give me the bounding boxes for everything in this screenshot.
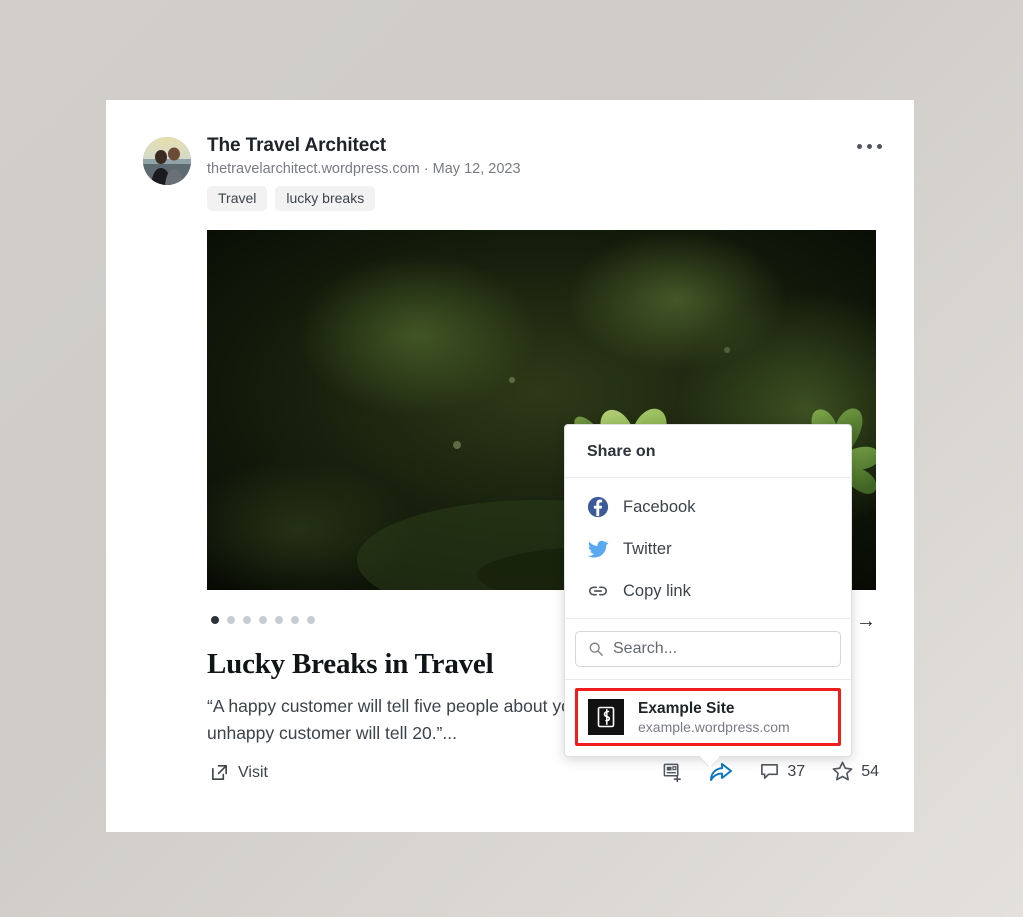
avatar[interactable] (143, 137, 191, 185)
share-copy-link-item[interactable]: Copy link (565, 570, 851, 612)
carousel-dot-3[interactable] (243, 616, 251, 624)
facebook-icon (587, 496, 609, 518)
tag-list: Travel lucky breaks (207, 186, 376, 211)
site-glyph-icon (597, 706, 615, 728)
carousel-dot-1[interactable] (211, 616, 219, 624)
link-icon (588, 586, 608, 596)
tag-lucky-breaks[interactable]: lucky breaks (275, 186, 376, 211)
comment-icon (761, 764, 779, 779)
carousel-dot-2[interactable] (227, 616, 235, 624)
share-facebook-item[interactable]: Facebook (565, 486, 851, 528)
site-meta: thetravelarchitect.wordpress.com · May 1… (207, 161, 521, 177)
share-twitter-label: Twitter (623, 539, 672, 558)
share-popover-title: Share on (565, 425, 851, 478)
add-to-list-button[interactable] (662, 761, 683, 782)
share-site-example-site[interactable]: Example Site example.wordpress.com (575, 688, 841, 746)
meta-separator: · (423, 161, 429, 177)
share-search-wrapper (565, 619, 851, 680)
search-icon (589, 642, 603, 656)
external-link-icon (212, 765, 227, 780)
share-search-box[interactable] (575, 631, 841, 667)
share-popover: Share on Facebook Twitter Copy link Sear… (564, 424, 852, 757)
carousel-dot-5[interactable] (275, 616, 283, 624)
site-row-title: Example Site (638, 699, 735, 717)
popover-tail (699, 756, 719, 766)
like-button[interactable]: 54 (831, 760, 879, 783)
post-actions: 37 54 (662, 760, 879, 783)
carousel-dot-4[interactable] (259, 616, 267, 624)
share-facebook-label: Facebook (623, 497, 696, 516)
site-row-text: Example Site example.wordpress.com (638, 700, 790, 735)
site-logo (588, 699, 624, 735)
more-options-icon[interactable] (851, 138, 888, 155)
site-row-url: example.wordpress.com (638, 718, 790, 735)
add-post-icon (664, 763, 682, 782)
share-site-list: Example Site example.wordpress.com (565, 680, 851, 756)
comment-count: 37 (787, 762, 806, 780)
share-search-input[interactable] (613, 640, 828, 658)
tag-travel[interactable]: Travel (207, 186, 268, 211)
visit-link[interactable]: Visit (210, 763, 268, 782)
carousel-dots (211, 616, 315, 624)
carousel-dot-7[interactable] (307, 616, 315, 624)
post-title[interactable]: Lucky Breaks in Travel (207, 648, 494, 681)
post-date: May 12, 2023 (432, 161, 521, 177)
site-name[interactable]: The Travel Architect (207, 135, 386, 157)
site-url[interactable]: thetravelarchitect.wordpress.com (207, 161, 420, 177)
twitter-icon (587, 540, 609, 558)
dot (857, 144, 862, 149)
share-copy-link-label: Copy link (623, 581, 691, 600)
carousel-next-icon[interactable]: → (856, 608, 876, 634)
star-icon (832, 761, 853, 781)
like-count: 54 (861, 762, 879, 780)
dot (867, 144, 872, 149)
dot (877, 144, 882, 149)
share-twitter-item[interactable]: Twitter (565, 528, 851, 570)
visit-label: Visit (238, 763, 268, 781)
comment-button[interactable]: 37 (759, 761, 805, 782)
share-targets-list: Facebook Twitter Copy link (565, 478, 851, 619)
carousel-dot-6[interactable] (291, 616, 299, 624)
